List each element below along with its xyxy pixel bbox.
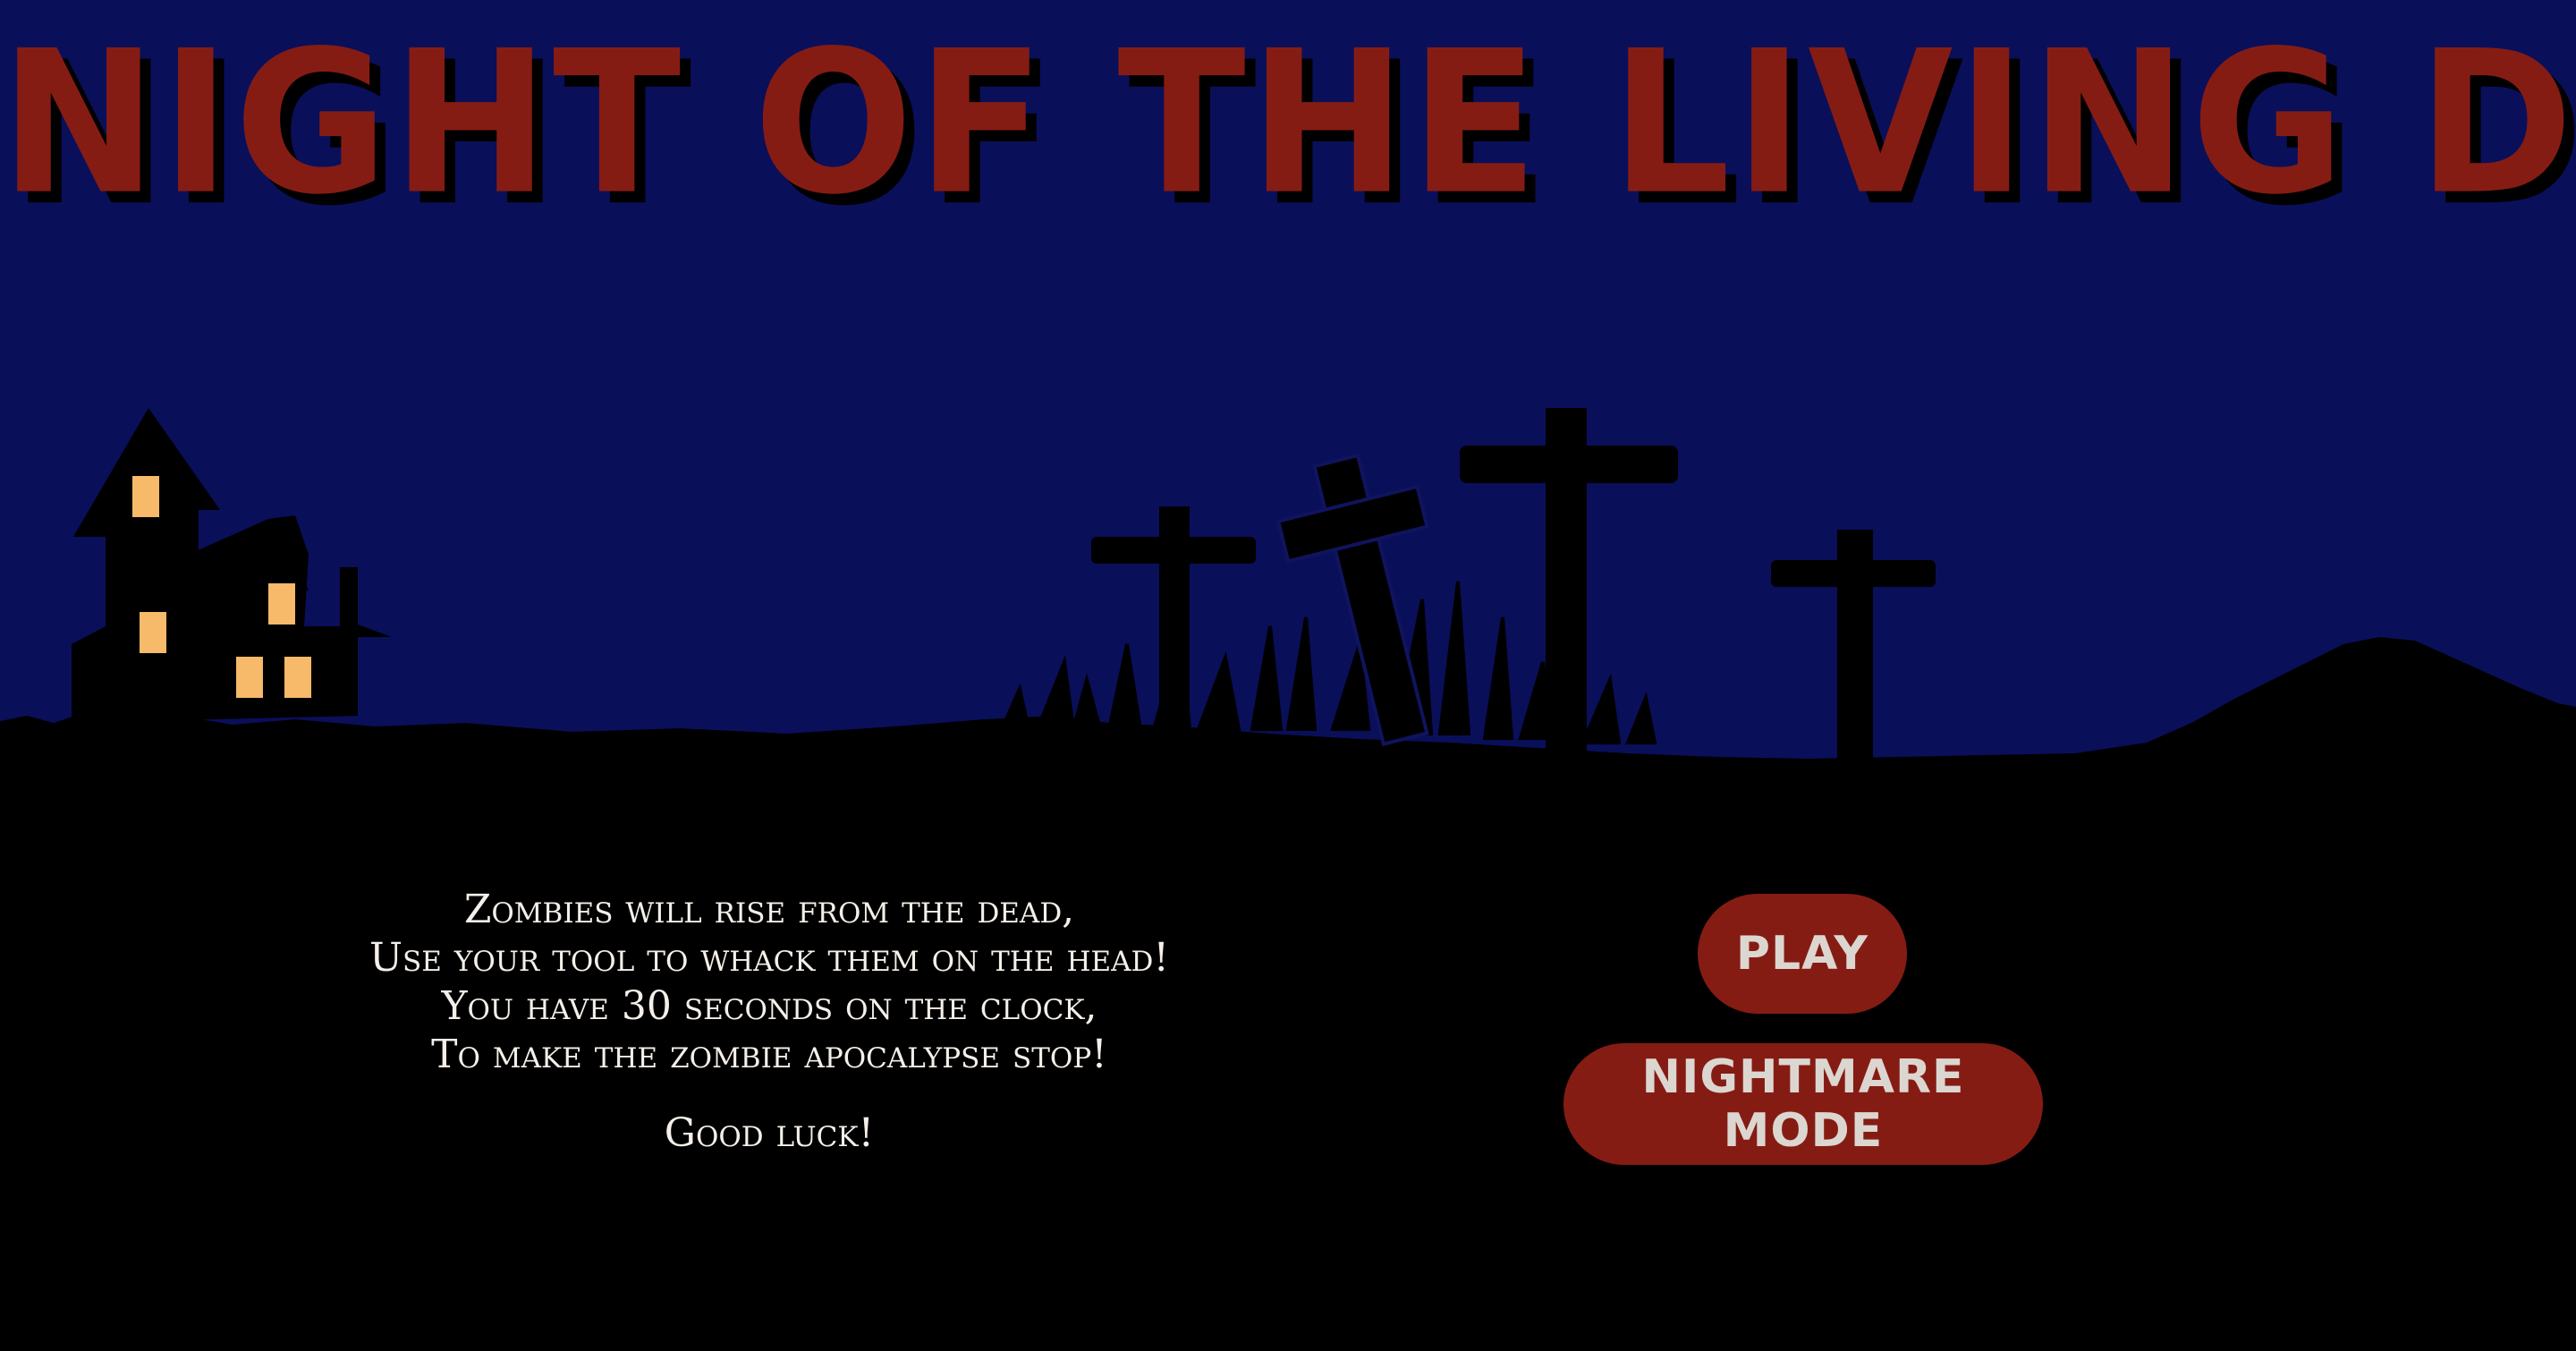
rules-line-1: Zombies will rise from the dead, [463, 887, 1075, 932]
ground-silhouette [0, 637, 2576, 895]
game-title: NIGHT OF THE LIVING DEV [0, 7, 2576, 239]
rules-text: Zombies will rise from the dead, Use you… [322, 886, 1216, 1158]
rules-line-2: Use your tool to whack them on the head! [369, 935, 1170, 981]
play-button[interactable]: PLAY [1698, 894, 1907, 1014]
good-luck-text: Good luck! [664, 1110, 875, 1156]
rules-line-4: To make the zombie apocalypse stop! [431, 1032, 1107, 1077]
haunted-house [72, 408, 392, 723]
game-start-screen: NIGHT OF THE LIVING DEV Zombies will ris… [0, 0, 2576, 1351]
rules-line-3: You have 30 seconds on the clock, [441, 983, 1097, 1029]
nightmare-mode-button[interactable]: NIGHTMARE MODE [1563, 1043, 2043, 1165]
